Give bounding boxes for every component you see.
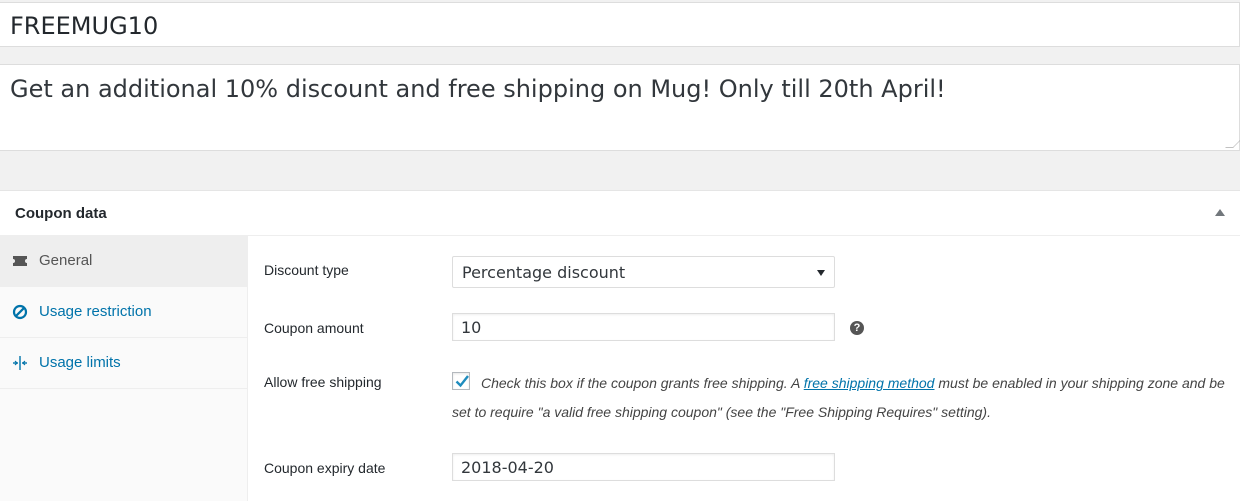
discount-type-label: Discount type [264,262,349,278]
coupon-data-panel: Coupon data General Usage restriction Us [0,190,1240,501]
panel-header[interactable]: Coupon data [0,191,1240,236]
tab-general-label: General [39,252,93,269]
tab-usage-restriction-label: Usage restriction [39,303,152,320]
coupon-description-text: Get an additional 10% discount and free … [10,75,946,103]
collapse-toggle-icon[interactable] [1215,209,1225,216]
tab-general[interactable]: General [0,236,247,287]
coupon-amount-value: 10 [461,318,482,337]
free-shipping-label: Allow free shipping [264,374,382,390]
help-icon[interactable]: ? [850,321,864,335]
general-options: Discount type Percentage discount Coupon… [248,236,1240,501]
coupon-amount-label: Coupon amount [264,320,364,336]
limits-icon [13,356,27,370]
discount-type-select[interactable]: Percentage discount [452,256,835,288]
expiry-date-value: 2018-04-20 [461,458,554,477]
free-shipping-desc-before: Check this box if the coupon grants free… [481,375,804,391]
expiry-date-label: Coupon expiry date [264,460,386,476]
coupon-amount-input[interactable]: 10 [452,313,835,341]
chevron-down-icon [817,270,825,276]
ticket-icon [13,256,27,266]
tab-usage-limits[interactable]: Usage limits [0,338,247,389]
coupon-tabs: General Usage restriction Usage limits [0,236,248,501]
resize-handle[interactable] [1225,140,1240,148]
tab-usage-restriction[interactable]: Usage restriction [0,287,247,338]
expiry-date-input[interactable]: 2018-04-20 [452,453,835,481]
discount-type-value: Percentage discount [462,263,626,282]
restriction-icon [12,304,28,320]
coupon-description-textarea[interactable]: Get an additional 10% discount and free … [0,64,1240,151]
tab-usage-limits-label: Usage limits [39,354,121,371]
free-shipping-method-link[interactable]: free shipping method [804,375,935,391]
free-shipping-description: Check this box if the coupon grants free… [452,369,1232,427]
coupon-code-input[interactable]: FREEMUG10 [0,2,1240,47]
panel-title: Coupon data [15,205,107,222]
